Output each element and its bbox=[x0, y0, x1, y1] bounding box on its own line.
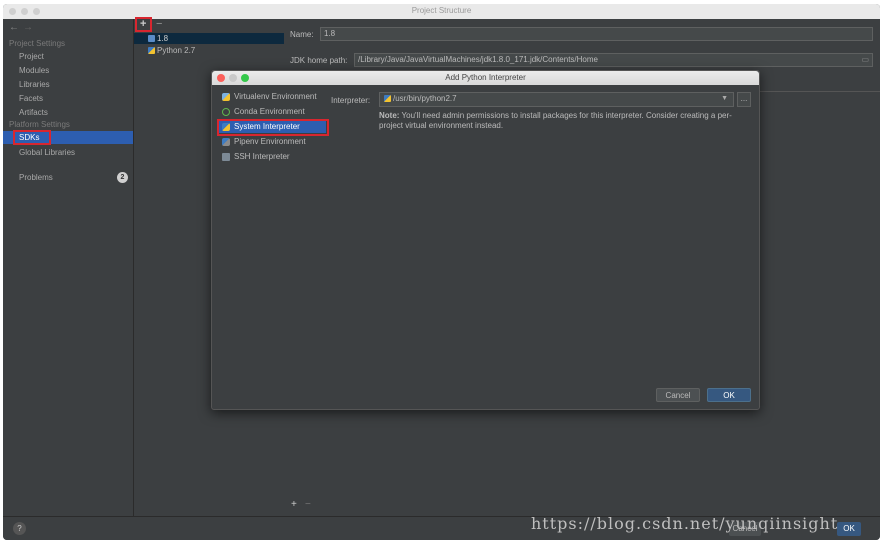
browse-interpreter-button[interactable]: ... bbox=[737, 92, 751, 107]
add-path-button[interactable]: + bbox=[291, 499, 297, 510]
window-title: Project Structure bbox=[411, 6, 472, 15]
dialog-title: Add Python Interpreter bbox=[445, 73, 526, 82]
forward-arrow-icon[interactable]: → bbox=[23, 22, 33, 33]
option-ssh[interactable]: SSH Interpreter bbox=[218, 151, 326, 163]
remove-path-button[interactable]: − bbox=[305, 499, 311, 510]
platform-settings-header: Platform Settings bbox=[9, 120, 70, 129]
name-field[interactable]: 1.8 bbox=[320, 27, 873, 41]
back-arrow-icon[interactable]: ← bbox=[9, 22, 19, 33]
remove-sdk-button[interactable]: − bbox=[156, 18, 162, 30]
system-interpreter-highlight-box bbox=[217, 119, 329, 136]
problems-count-badge: 2 bbox=[117, 172, 128, 183]
jdk-home-path-field[interactable]: /Library/Java/JavaVirtualMachines/jdk1.8… bbox=[354, 53, 873, 67]
sdks-highlight-box bbox=[13, 130, 51, 145]
dialog-titlebar: Add Python Interpreter bbox=[212, 71, 759, 85]
interpreter-label: Interpreter: bbox=[331, 96, 371, 105]
sidebar-item-problems[interactable]: Problems 2 bbox=[3, 171, 133, 184]
help-button[interactable]: ? bbox=[13, 522, 26, 535]
jdk-home-path-label: JDK home path: bbox=[290, 56, 348, 65]
settings-sidebar: ← → Project Settings Project Modules Lib… bbox=[3, 19, 133, 516]
sidebar-item-project[interactable]: Project bbox=[3, 50, 133, 63]
chevron-down-icon[interactable]: ▼ bbox=[721, 93, 728, 105]
sidebar-item-global-libraries[interactable]: Global Libraries bbox=[3, 146, 133, 159]
dialog-cancel-button[interactable]: Cancel bbox=[656, 388, 700, 402]
option-virtualenv[interactable]: Virtualenv Environment bbox=[218, 91, 326, 103]
add-button-highlight-box bbox=[135, 17, 152, 32]
interpreter-select[interactable]: /usr/bin/python2.7 ▼ bbox=[379, 92, 734, 107]
python-icon bbox=[384, 95, 391, 102]
pipenv-icon bbox=[222, 138, 230, 146]
folder-icon bbox=[148, 35, 155, 42]
sidebar-item-artifacts[interactable]: Artifacts bbox=[3, 106, 133, 119]
ssh-terminal-icon bbox=[222, 153, 230, 161]
option-conda[interactable]: Conda Environment bbox=[218, 106, 326, 118]
name-label: Name: bbox=[290, 30, 314, 39]
tree-item-python[interactable]: Python 2.7 bbox=[134, 45, 284, 56]
project-settings-header: Project Settings bbox=[9, 39, 66, 48]
note-text: You'll need admin permissions to install… bbox=[379, 111, 732, 130]
folder-browse-icon[interactable]: ▭ bbox=[861, 54, 869, 66]
sidebar-item-modules[interactable]: Modules bbox=[3, 64, 133, 77]
note-bold-label: Note: bbox=[379, 111, 400, 120]
conda-icon bbox=[222, 108, 230, 116]
footer-ok-button[interactable]: OK bbox=[837, 522, 861, 536]
virtualenv-icon bbox=[222, 93, 230, 101]
sidebar-item-facets[interactable]: Facets bbox=[3, 92, 133, 105]
add-python-interpreter-dialog: Add Python Interpreter Virtualenv Enviro… bbox=[211, 70, 760, 410]
option-pipenv[interactable]: Pipenv Environment bbox=[218, 136, 326, 148]
tree-item-jdk[interactable]: 1.8 bbox=[134, 33, 284, 44]
admin-note: Note: You'll need admin permissions to i… bbox=[379, 111, 749, 131]
sidebar-item-libraries[interactable]: Libraries bbox=[3, 78, 133, 91]
dialog-ok-button[interactable]: OK bbox=[707, 388, 751, 402]
python-icon bbox=[148, 47, 155, 54]
watermark-text: https://blog.csdn.net/yunqiinsight bbox=[531, 514, 839, 533]
